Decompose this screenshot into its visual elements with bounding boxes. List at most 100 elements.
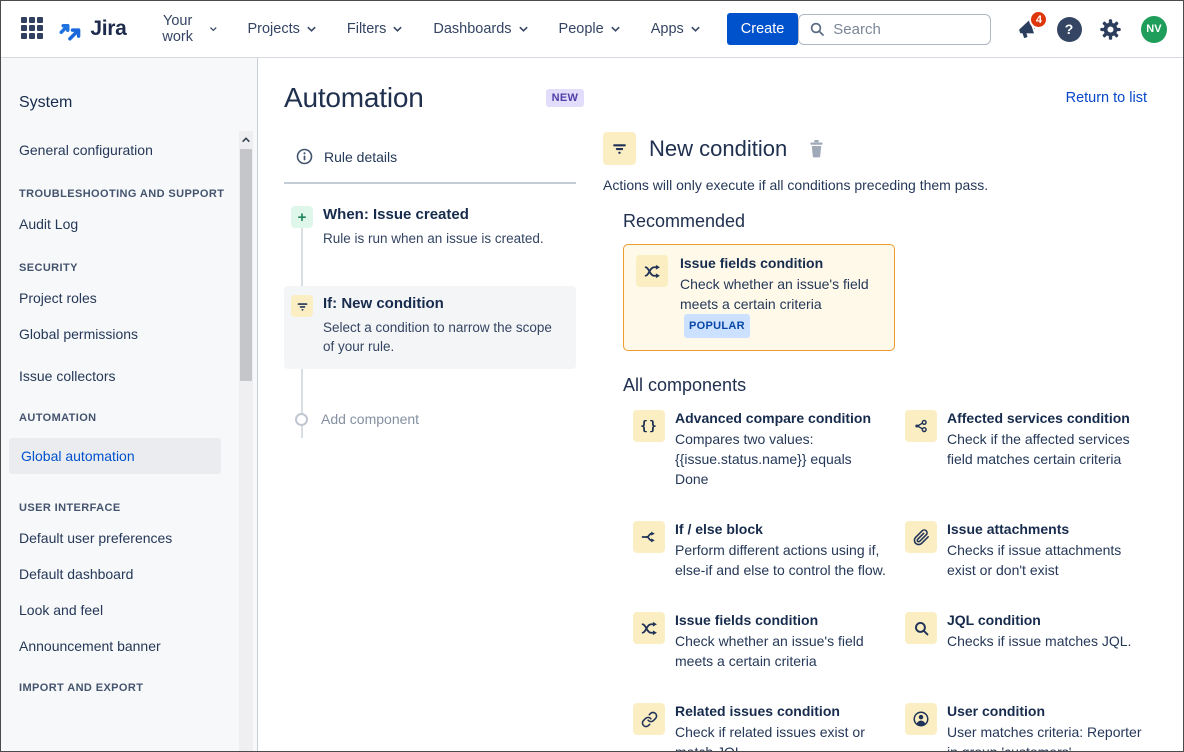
- chevron-down-icon: [306, 25, 317, 33]
- popular-badge: POPULAR: [684, 314, 750, 338]
- page-title: Automation: [284, 82, 424, 114]
- component-affected-services-condition[interactable]: Affected services condition Check if the…: [905, 410, 1147, 489]
- sidebar-item-look-and-feel[interactable]: Look and feel: [19, 602, 227, 618]
- rule-details-button[interactable]: Rule details: [284, 148, 576, 165]
- admin-sidebar: System General configuration TROUBLESHOO…: [1, 58, 258, 751]
- filter-icon: [291, 295, 313, 317]
- scrollbar-thumb[interactable]: [240, 149, 252, 381]
- return-to-list-link[interactable]: Return to list: [1066, 90, 1147, 106]
- branch-icon: [633, 521, 665, 553]
- recommended-heading: Recommended: [623, 211, 1147, 232]
- chevron-down-icon: [690, 25, 701, 33]
- rule-builder-panel: Rule details + When: Issue created Rule …: [284, 132, 576, 751]
- info-icon: [296, 148, 313, 165]
- nav-dashboards[interactable]: Dashboards: [433, 21, 528, 37]
- settings-button[interactable]: [1096, 14, 1125, 44]
- paperclip-icon: [905, 521, 937, 553]
- new-badge: NEW: [546, 89, 585, 107]
- sidebar-section-import-export: IMPORT AND EXPORT: [19, 682, 227, 694]
- plus-icon: +: [291, 206, 313, 228]
- share-icon: [905, 410, 937, 442]
- sidebar-item-issue-collectors[interactable]: Issue collectors: [19, 368, 227, 384]
- nav-projects[interactable]: Projects: [247, 21, 316, 37]
- component-related-issues-condition[interactable]: Related issues condition Check if relate…: [633, 703, 905, 751]
- chevron-down-icon: [209, 25, 218, 33]
- help-button[interactable]: ?: [1054, 14, 1083, 44]
- trash-icon: [808, 139, 825, 158]
- chevron-down-icon: [392, 25, 403, 33]
- component-user-condition[interactable]: User condition User matches criteria: Re…: [905, 703, 1147, 751]
- notifications-button[interactable]: 4: [1013, 14, 1042, 44]
- search-icon: [809, 21, 825, 37]
- jira-logo-text: Jira: [90, 17, 126, 41]
- sidebar-item-global-automation[interactable]: Global automation: [9, 438, 221, 474]
- sidebar-item-default-dashboard[interactable]: Default dashboard: [19, 566, 227, 582]
- search-input[interactable]: [833, 21, 973, 38]
- user-avatar[interactable]: NV: [1141, 16, 1167, 43]
- delete-condition-button[interactable]: [808, 139, 825, 158]
- step-title: When: Issue created: [323, 206, 544, 223]
- jira-admin-window: Jira Your work Projects Filters Dashboar…: [0, 0, 1184, 752]
- component-advanced-compare-condition[interactable]: {} Advanced compare condition Compares t…: [633, 410, 905, 489]
- sidebar-item-global-permissions[interactable]: Global permissions: [19, 326, 227, 342]
- search-icon: [905, 612, 937, 644]
- condition-panel-description: Actions will only execute if all conditi…: [603, 177, 1147, 193]
- nav-apps[interactable]: Apps: [651, 21, 701, 37]
- sidebar-item-announcement-banner[interactable]: Announcement banner: [19, 638, 227, 654]
- rule-step-condition[interactable]: If: New condition Select a condition to …: [284, 286, 576, 369]
- rule-panel-divider: [284, 182, 576, 184]
- sidebar-item-audit-log[interactable]: Audit Log: [19, 216, 227, 232]
- shuffle-icon: [633, 612, 665, 644]
- shuffle-icon: [636, 255, 668, 287]
- card-title: Issue fields condition: [680, 255, 882, 271]
- nav-people[interactable]: People: [559, 21, 621, 37]
- components-grid: {} Advanced compare condition Compares t…: [633, 410, 1147, 751]
- sidebar-section-troubleshooting: TROUBLESHOOTING AND SUPPORT: [19, 188, 227, 200]
- step-description: Rule is run when an issue is created.: [323, 229, 544, 248]
- app-switcher-icon[interactable]: [21, 17, 44, 41]
- primary-nav: Your work Projects Filters Dashboards Pe…: [153, 13, 701, 45]
- step-title: If: New condition: [323, 295, 566, 312]
- nav-filters[interactable]: Filters: [347, 21, 403, 37]
- component-issue-fields-condition[interactable]: Issue fields condition Check whether an …: [633, 612, 905, 671]
- component-issue-attachments[interactable]: Issue attachments Checks if issue attach…: [905, 521, 1147, 580]
- jira-logo[interactable]: Jira: [58, 16, 126, 42]
- sidebar-title: System: [19, 94, 227, 112]
- new-condition-panel: New condition Actions will only: [603, 132, 1147, 751]
- help-icon: ?: [1057, 17, 1082, 42]
- notification-count-badge: 4: [1029, 10, 1048, 29]
- main-content: Automation NEW Return to list Rule detai…: [258, 58, 1183, 751]
- sidebar-section-user-interface: USER INTERFACE: [19, 502, 227, 514]
- sidebar-scrollbar[interactable]: [239, 131, 253, 751]
- filter-icon: [603, 132, 636, 165]
- condition-panel-title: New condition: [649, 136, 787, 162]
- gear-icon: [1098, 17, 1123, 42]
- create-button[interactable]: Create: [727, 13, 799, 45]
- nav-your-work[interactable]: Your work: [153, 13, 218, 45]
- chevron-down-icon: [610, 25, 621, 33]
- sidebar-item-project-roles[interactable]: Project roles: [19, 290, 227, 306]
- step-description: Select a condition to narrow the scope o…: [323, 318, 566, 356]
- add-component-circle-icon: [295, 413, 308, 426]
- rule-details-label: Rule details: [324, 149, 397, 165]
- link-icon: [633, 703, 665, 735]
- search-box[interactable]: [798, 14, 991, 45]
- user-icon: [905, 703, 937, 735]
- top-navigation-bar: Jira Your work Projects Filters Dashboar…: [1, 1, 1183, 58]
- all-components-heading: All components: [623, 375, 1147, 396]
- sidebar-section-automation: AUTOMATION: [19, 412, 227, 424]
- scrollbar-up-arrow-icon[interactable]: [239, 131, 253, 149]
- recommended-issue-fields-condition-card[interactable]: Issue fields condition Check whether an …: [623, 244, 895, 351]
- card-description: Check whether an issue's field meets a c…: [680, 274, 882, 338]
- sidebar-item-default-user-preferences[interactable]: Default user preferences: [19, 530, 227, 546]
- jira-logo-icon: [58, 16, 84, 42]
- add-component-label: Add component: [321, 411, 419, 427]
- sidebar-item-general-configuration[interactable]: General configuration: [19, 142, 227, 158]
- sidebar-section-security: SECURITY: [19, 262, 227, 274]
- rule-step-trigger[interactable]: + When: Issue created Rule is run when a…: [291, 206, 576, 248]
- chevron-down-icon: [518, 25, 529, 33]
- braces-icon: {}: [633, 410, 665, 442]
- component-if-else-block[interactable]: If / else block Perform different action…: [633, 521, 905, 580]
- component-jql-condition[interactable]: JQL condition Checks if issue matches JQ…: [905, 612, 1147, 671]
- add-component-button[interactable]: Add component: [291, 411, 576, 427]
